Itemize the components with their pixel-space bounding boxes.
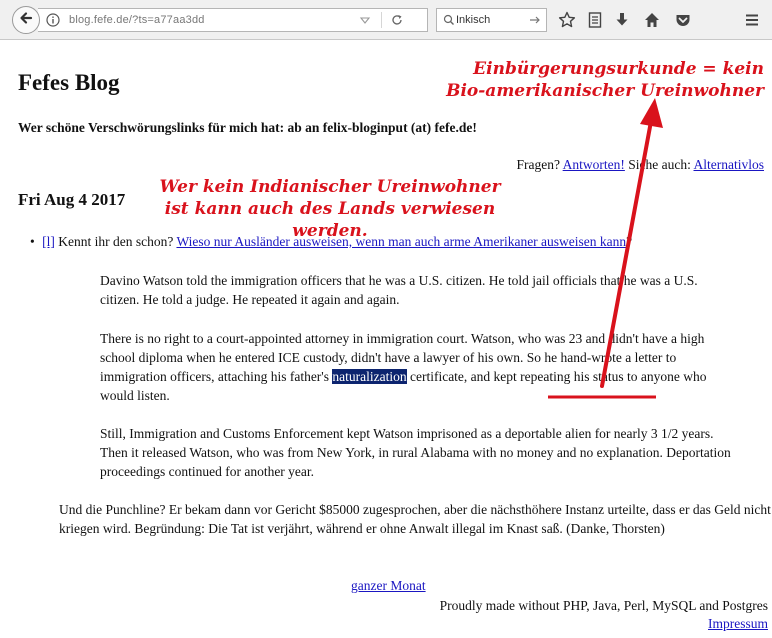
alternativlos-link[interactable]: Alternativlos xyxy=(694,157,765,172)
url-dropdown-icon[interactable] xyxy=(359,13,371,30)
qa-prefix: Fragen? xyxy=(516,157,560,172)
download-icon[interactable] xyxy=(613,11,631,29)
page-title: Fefes Blog xyxy=(18,70,120,95)
search-input[interactable]: Inkisch xyxy=(456,14,490,26)
quote-paragraph-1: Davino Watson told the immigration offic… xyxy=(100,273,698,307)
see-also-prefix: Siehe auch: xyxy=(628,157,691,172)
search-bar[interactable]: Inkisch xyxy=(436,8,547,32)
bookmark-star-icon[interactable] xyxy=(558,11,576,29)
home-icon[interactable] xyxy=(643,11,661,29)
hamburger-menu-icon[interactable] xyxy=(743,11,761,29)
punchline-paragraph: Und die Punchline? Er bekam dann vor Ger… xyxy=(59,502,771,536)
blog-tagline: Wer schöne Verschwörungslinks für mich h… xyxy=(18,120,477,135)
answers-link[interactable]: Antworten! xyxy=(563,157,625,172)
impressum-link[interactable]: Impressum xyxy=(708,616,768,632)
pocket-icon[interactable] xyxy=(674,11,692,29)
back-arrow-icon xyxy=(18,10,34,31)
permalink-link[interactable]: [l] xyxy=(42,234,55,249)
whole-month-link[interactable]: ganzer Monat xyxy=(351,578,426,594)
reload-icon[interactable] xyxy=(390,13,404,30)
reading-list-icon[interactable] xyxy=(586,11,604,29)
quote-paragraph-3: Still, Immigration and Customs Enforceme… xyxy=(100,426,731,479)
headline-suffix: ? xyxy=(626,234,633,249)
qa-line: Fragen? Antworten! Siehe auch: Alternati… xyxy=(517,157,764,173)
quote-paragraph-2: There is no right to a court-appointed a… xyxy=(100,329,740,405)
info-icon[interactable] xyxy=(46,13,60,30)
annotation-note-1: Einbürgerungsurkunde = kein Bio-amerikan… xyxy=(446,59,764,101)
annotation-arrowhead-icon xyxy=(640,98,663,128)
url-text[interactable]: blog.fefe.de/?ts=a77aa3dd xyxy=(69,14,205,26)
made-without-notice: Proudly made without PHP, Java, Perl, My… xyxy=(439,598,768,613)
browser-toolbar: blog.fefe.de/?ts=a77aa3dd Inkisch xyxy=(0,0,772,40)
search-icon xyxy=(443,13,455,30)
highlighted-word[interactable]: naturalization xyxy=(332,369,407,384)
annotation-note-2: Wer kein Indianischer Ureinwohner ist ka… xyxy=(159,177,501,241)
search-go-icon[interactable] xyxy=(529,13,541,30)
bullet-icon: • xyxy=(30,234,35,249)
date-heading: Fri Aug 4 2017 xyxy=(18,190,126,209)
url-bar[interactable]: blog.fefe.de/?ts=a77aa3dd xyxy=(38,8,428,32)
url-separator xyxy=(381,12,382,28)
back-button[interactable] xyxy=(12,6,40,34)
